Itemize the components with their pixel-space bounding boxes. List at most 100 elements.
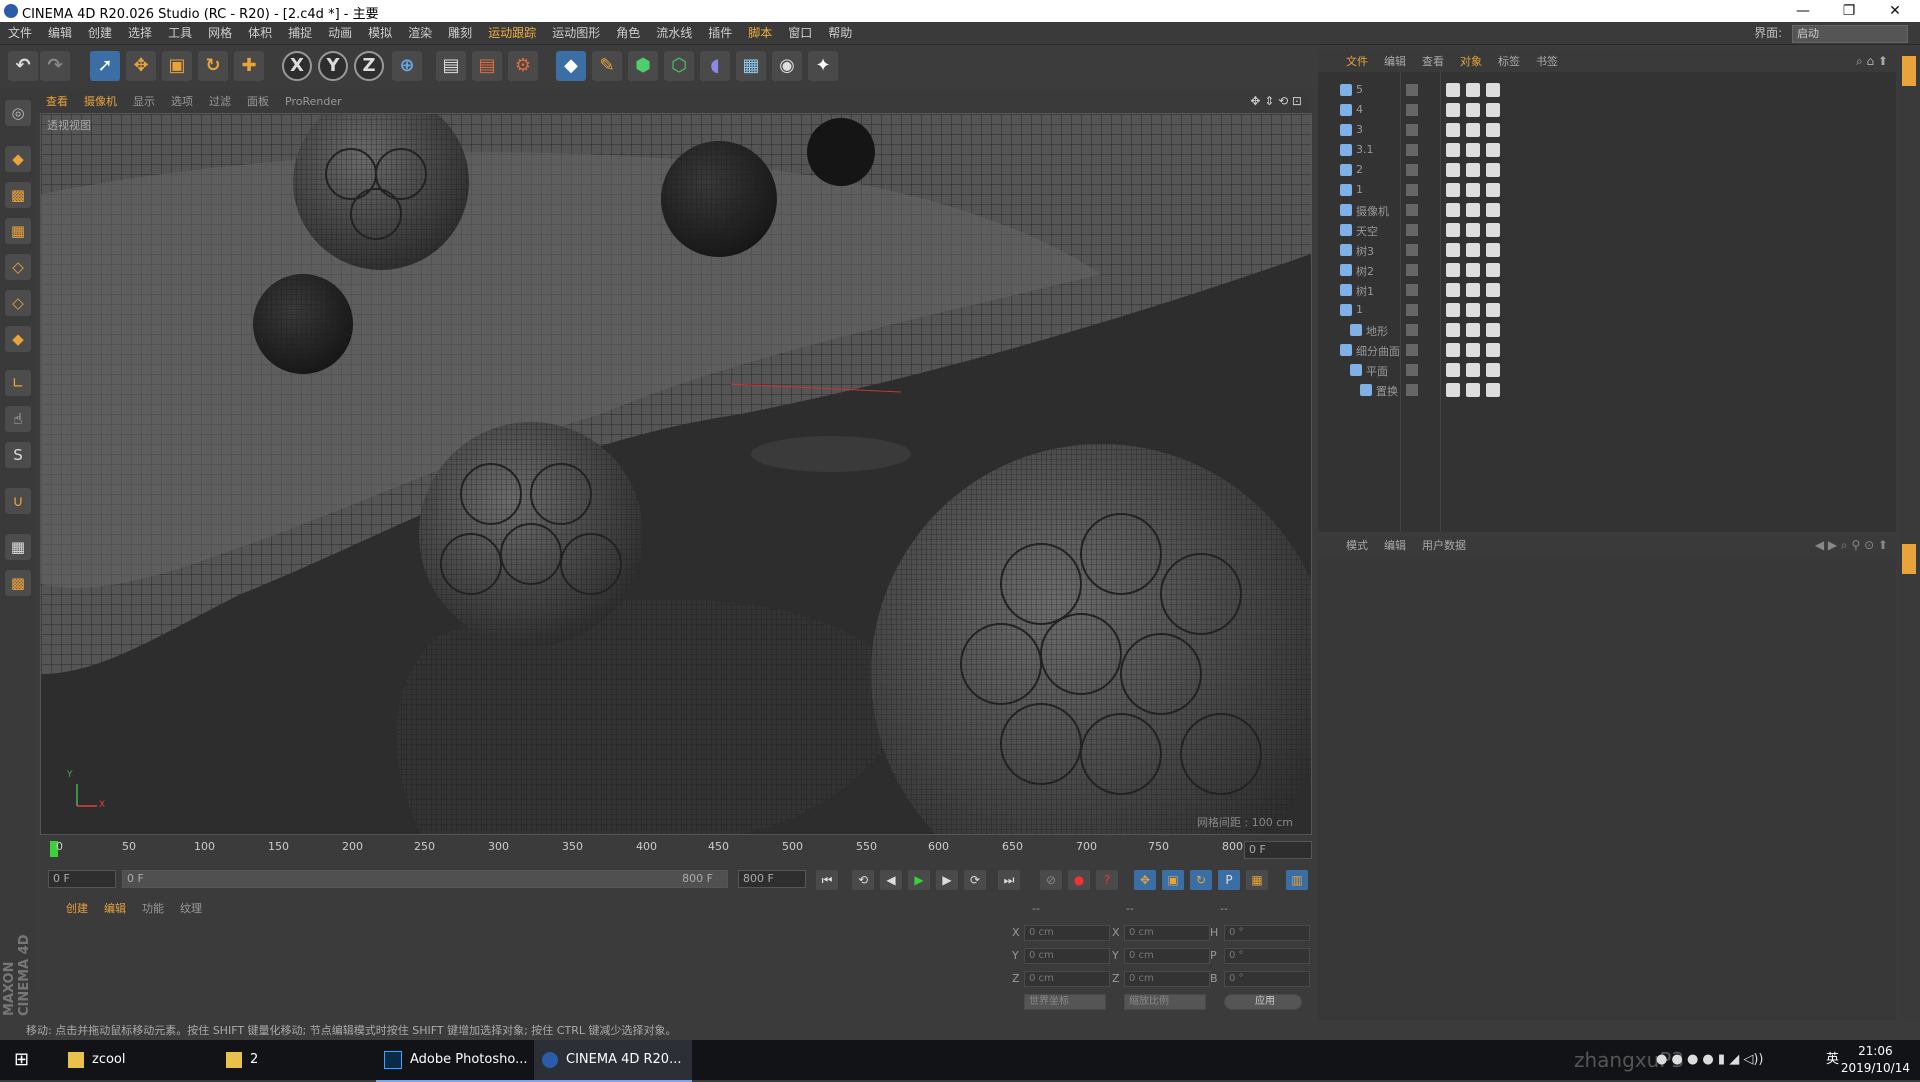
key-pla-icon[interactable]: ▦ [1246,870,1268,890]
material-tab-texture[interactable]: 纹理 [172,898,210,920]
attr-tab-mode[interactable]: 模式 [1338,536,1376,556]
object-tag-icon[interactable] [1486,123,1500,137]
object-row[interactable]: 平面 [1322,360,1892,380]
layout-select[interactable]: 启动 [1792,24,1908,43]
visibility-toggle[interactable] [1406,324,1418,336]
object-name[interactable]: 树2 [1356,263,1374,279]
visibility-toggle[interactable] [1406,204,1418,216]
points-mode-icon[interactable]: ◇ [5,254,31,280]
previous-key-icon[interactable]: ⟲ [852,870,874,890]
minimize-button[interactable]: — [1780,0,1826,22]
key-parameter-icon[interactable]: P [1218,870,1240,890]
object-tag-icon[interactable] [1446,363,1460,377]
taskbar-item-cinema4d[interactable]: CINEMA 4D R20... [534,1040,692,1082]
object-tag-icon[interactable] [1466,163,1480,177]
object-tag-icon[interactable] [1446,163,1460,177]
visibility-toggle[interactable] [1406,104,1418,116]
pen-spline-icon[interactable]: ✎ [592,51,622,81]
visibility-toggle[interactable] [1406,384,1418,396]
object-tag-icon[interactable] [1466,363,1480,377]
tray-icons[interactable]: ● ● ● ● ▮ ◢ ◁)) [1656,1040,1763,1080]
object-row[interactable]: 树2 [1322,260,1892,280]
object-name[interactable]: 5 [1356,83,1363,96]
viewport-navigation-icons[interactable]: ✥ ⇕ ⟲ ⊡ [1250,94,1302,108]
menu-animate[interactable]: 动画 [320,22,360,44]
object-row[interactable]: 5 [1322,80,1892,100]
object-tag-icon[interactable] [1446,83,1460,97]
object-tag-icon[interactable] [1466,223,1480,237]
viewport-tab-camera[interactable]: 摄像机 [76,92,125,112]
size-x-field[interactable]: 0 cm [1124,925,1210,941]
go-to-end-icon[interactable]: ⏭ [998,870,1020,890]
planar-workplane-icon[interactable]: ▩ [5,570,31,596]
render-settings-icon[interactable]: ⚙ [508,51,538,81]
rotation-b-field[interactable]: 0 ° [1224,971,1310,987]
scale-mode-select[interactable]: 缩放比例 [1124,994,1206,1010]
select-tool-icon[interactable]: ➚ [90,51,120,81]
object-tag-icon[interactable] [1486,183,1500,197]
menu-help[interactable]: 帮助 [820,22,860,44]
position-z-field[interactable]: 0 cm [1024,971,1110,987]
dock-tab-attributes[interactable] [1902,544,1916,574]
menu-window[interactable]: 窗口 [780,22,820,44]
start-frame-field[interactable]: 0 F [48,870,116,888]
om-tab-objects[interactable]: 对象 [1452,52,1490,72]
viewport-tab-view[interactable]: 查看 [38,92,76,112]
object-row[interactable]: 置换 [1322,380,1892,400]
object-row[interactable]: 地形 [1322,320,1892,340]
taskbar-clock[interactable]: 21:06 2019/10/14 [1841,1043,1910,1077]
workplane-mode-icon[interactable]: ▦ [5,218,31,244]
object-tag-icon[interactable] [1446,263,1460,277]
object-tag-icon[interactable] [1486,363,1500,377]
om-tab-view[interactable]: 查看 [1414,52,1452,72]
render-view-icon[interactable]: ▤ [436,51,466,81]
key-rotation-icon[interactable]: ↻ [1190,870,1212,890]
cube-primitive-icon[interactable]: ◆ [556,51,586,81]
object-row[interactable]: 1 [1322,300,1892,320]
object-tag-icon[interactable] [1466,203,1480,217]
object-tag-icon[interactable] [1486,243,1500,257]
menu-select[interactable]: 选择 [120,22,160,44]
subdivision-surface-icon[interactable]: ⬢ [628,51,658,81]
object-tag-icon[interactable] [1446,123,1460,137]
object-tag-icon[interactable] [1466,283,1480,297]
object-name[interactable]: 摄像机 [1356,203,1389,219]
object-name[interactable]: 细分曲面 [1356,343,1400,359]
menu-render[interactable]: 渲染 [400,22,440,44]
taskbar-item-zcool[interactable]: zcool [60,1040,218,1080]
object-row[interactable]: 1 [1322,180,1892,200]
visibility-toggle[interactable] [1406,304,1418,316]
object-name[interactable]: 地形 [1366,323,1388,339]
size-y-field[interactable]: 0 cm [1124,948,1210,964]
solo-mode-icon[interactable]: S [5,442,31,468]
tweak-mode-icon[interactable]: ☝ [5,406,31,432]
next-key-icon[interactable]: ⟳ [964,870,986,890]
array-generator-icon[interactable]: ⬡ [664,51,694,81]
viewport-tab-prorender[interactable]: ProRender [277,92,350,112]
deformer-icon[interactable]: ◖ [700,51,730,81]
object-tag-icon[interactable] [1466,263,1480,277]
object-tag-icon[interactable] [1446,243,1460,257]
record-active-icon[interactable]: ● [1068,870,1090,890]
edges-mode-icon[interactable]: ◇ [5,290,31,316]
object-name[interactable]: 平面 [1366,363,1388,379]
object-tag-icon[interactable] [1466,383,1480,397]
uv-mode-icon[interactable]: ∟ [5,370,31,396]
object-tag-icon[interactable] [1446,203,1460,217]
object-name[interactable]: 1 [1356,183,1363,196]
object-row[interactable]: 树3 [1322,240,1892,260]
object-tag-icon[interactable] [1486,203,1500,217]
menu-plugins[interactable]: 插件 [700,22,740,44]
object-tag-icon[interactable] [1446,323,1460,337]
object-tag-icon[interactable] [1466,303,1480,317]
object-row[interactable]: 3.1 [1322,140,1892,160]
object-tag-icon[interactable] [1466,243,1480,257]
material-tab-create[interactable]: 创建 [58,898,96,920]
visibility-toggle[interactable] [1406,264,1418,276]
menu-pipeline[interactable]: 流水线 [648,22,700,44]
object-name[interactable]: 天空 [1356,223,1378,239]
attr-tab-user-data[interactable]: 用户数据 [1414,536,1474,556]
object-row[interactable]: 摄像机 [1322,200,1892,220]
om-tab-tags[interactable]: 标签 [1490,52,1528,72]
menu-file[interactable]: 文件 [0,22,40,44]
